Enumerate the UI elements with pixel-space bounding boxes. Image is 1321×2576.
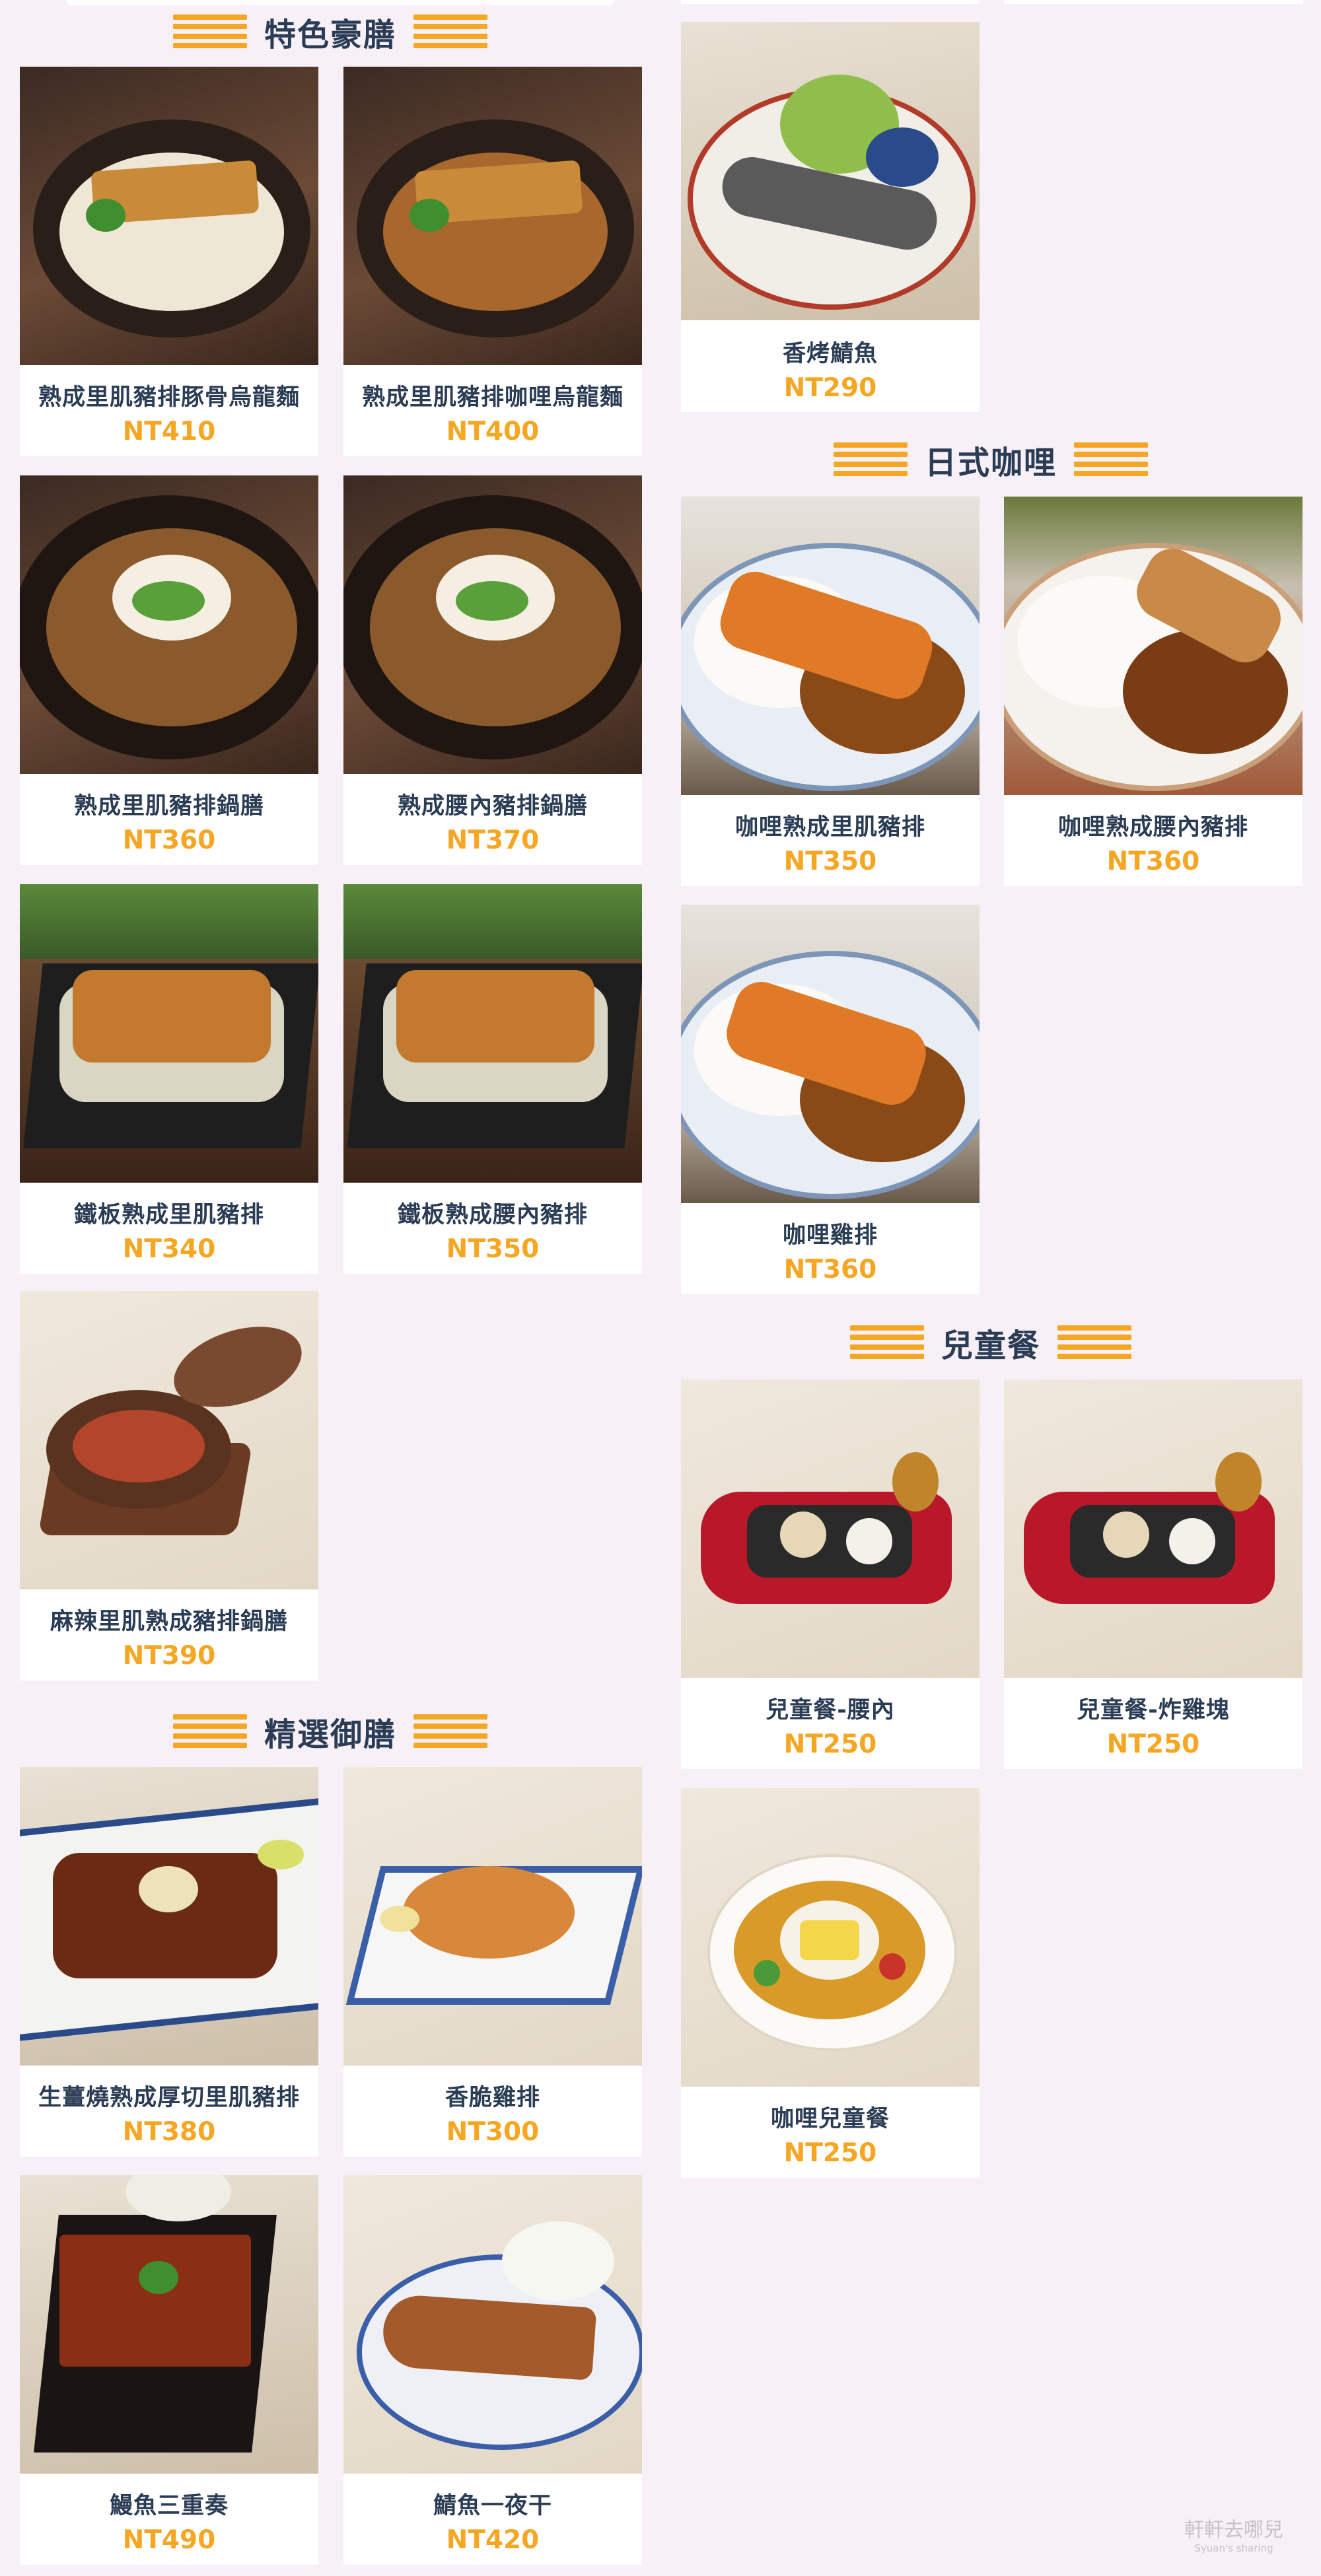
teppan-loin-photo — [20, 884, 318, 1183]
menu-card[interactable]: 鰻魚三重奏 NT490 — [20, 2175, 318, 2565]
item-price: NT380 — [122, 2117, 216, 2147]
menu-card[interactable]: 兒童餐-炸雞塊 NT250 — [1004, 1379, 1303, 1769]
item-name: 咖哩熟成腰內豬排 — [1057, 814, 1248, 841]
watermark-text: 軒軒去哪兒 — [1184, 2519, 1283, 2542]
item-price: NT410 — [122, 417, 216, 446]
item-name: 咖哩熟成里肌豬排 — [734, 814, 925, 841]
item-name: 鐵板熟成腰內豬排 — [397, 1202, 588, 1228]
menu-card[interactable]: 咖哩兒童餐 NT250 — [681, 1788, 980, 2178]
item-name: 咖哩雞排 — [782, 1222, 878, 1249]
menu-card[interactable]: 鐵板熟成腰內豬排 NT350 — [343, 884, 642, 1274]
curry-loin-photo — [681, 497, 980, 795]
watermark: 軒軒去哪兒 Syuan's sharing — [1157, 2513, 1310, 2565]
kids-car-plate-photo — [681, 1379, 980, 1678]
curry-chicken-photo — [681, 905, 980, 1203]
item-price: NT250 — [783, 1729, 877, 1759]
menu-card[interactable]: 咖哩雞排 NT360 — [681, 905, 980, 1294]
curry-udon-photo — [343, 67, 642, 365]
top-card-edge — [1004, 0, 1303, 4]
section-title: 日式咖哩 — [924, 444, 1057, 481]
item-price: NT290 — [783, 373, 877, 403]
decor-bars-icon — [172, 14, 247, 49]
menu-card[interactable]: 鯖魚一夜干 NT420 — [343, 2175, 642, 2565]
item-name: 香脆雞排 — [445, 2085, 540, 2111]
menu-card[interactable]: 咖哩熟成腰內豬排 NT360 — [1004, 497, 1303, 886]
section-header-kids: 兒童餐 — [660, 1317, 1321, 1367]
item-price: NT350 — [783, 847, 877, 876]
section-title: 精選御膳 — [264, 1716, 396, 1753]
item-name: 熟成里肌豬排鍋膳 — [73, 793, 264, 819]
item-price: NT360 — [783, 1255, 877, 1284]
item-price: NT400 — [446, 417, 540, 446]
ginger-pork-photo — [20, 1767, 318, 2066]
crispy-chicken-photo — [343, 1767, 642, 2066]
section-title: 特色豪膳 — [264, 16, 396, 53]
item-price: NT340 — [122, 1234, 216, 1264]
menu-card[interactable]: 熟成里肌豬排咖哩烏龍麵 NT400 — [343, 67, 642, 456]
kids-car-plate-photo — [1004, 1379, 1303, 1678]
decor-bars-icon — [849, 1325, 924, 1360]
decor-bars-icon — [413, 1714, 487, 1749]
decor-bars-icon — [1074, 442, 1148, 477]
item-name: 鰻魚三重奏 — [109, 2493, 229, 2519]
menu-card[interactable]: 熟成腰內豬排鍋膳 NT370 — [343, 475, 642, 865]
item-name: 咖哩兒童餐 — [770, 2106, 890, 2132]
menu-card[interactable]: 生薑燒熟成厚切里肌豬排 NT380 — [20, 1767, 318, 2157]
grilled-mackerel-photo — [681, 22, 980, 320]
item-price: NT300 — [446, 2117, 540, 2147]
item-price: NT250 — [783, 2138, 877, 2168]
item-name: 鯖魚一夜干 — [433, 2493, 552, 2519]
pork-hotpot-photo — [20, 475, 318, 774]
item-price: NT390 — [122, 1641, 216, 1671]
item-price: NT250 — [1106, 1729, 1200, 1759]
section-header-special: 特色豪膳 — [0, 7, 660, 56]
decor-bars-icon — [413, 14, 487, 49]
top-card-edge — [66, 0, 614, 5]
menu-card[interactable]: 熟成里肌豬排鍋膳 NT360 — [20, 475, 318, 865]
dried-fish-photo — [343, 2175, 642, 2474]
teppan-fillet-photo — [343, 884, 642, 1183]
item-name: 熟成里肌豬排咖哩烏龍麵 — [361, 384, 624, 411]
kids-curry-photo — [681, 1788, 980, 2087]
watermark-sub: Syuan's sharing — [1194, 2542, 1273, 2554]
menu-card[interactable]: 麻辣里肌熟成豬排鍋膳 NT390 — [20, 1291, 318, 1681]
menu-card[interactable]: 鐵板熟成里肌豬排 NT340 — [20, 884, 318, 1274]
item-name: 香烤鯖魚 — [782, 341, 878, 367]
decor-bars-icon — [833, 442, 908, 477]
item-name: 鐵板熟成里肌豬排 — [73, 1202, 264, 1228]
item-name: 兒童餐-腰內 — [766, 1697, 895, 1723]
curry-fillet-photo — [1004, 497, 1303, 795]
item-price: NT370 — [446, 825, 540, 855]
menu-card[interactable]: 熟成里肌豬排豚骨烏龍麵 NT410 — [20, 67, 318, 456]
section-header-selected: 精選御膳 — [0, 1706, 660, 1756]
menu-card[interactable]: 香脆雞排 NT300 — [343, 1767, 642, 2157]
item-name: 兒童餐-炸雞塊 — [1077, 1697, 1230, 1723]
item-price: NT420 — [446, 2525, 540, 2555]
top-card-edge — [681, 0, 980, 4]
section-header-curry: 日式咖哩 — [660, 435, 1321, 484]
eel-box-photo — [20, 2175, 318, 2474]
menu-card[interactable]: 兒童餐-腰內 NT250 — [681, 1379, 980, 1769]
item-name: 熟成里肌豬排豚骨烏龍麵 — [38, 384, 300, 411]
menu-card[interactable]: 香烤鯖魚 NT290 — [681, 22, 980, 412]
item-price: NT360 — [1106, 847, 1200, 876]
item-name: 生薑燒熟成厚切里肌豬排 — [38, 2085, 300, 2111]
item-price: NT350 — [446, 1234, 540, 1264]
decor-bars-icon — [172, 1714, 247, 1749]
section-title: 兒童餐 — [941, 1327, 1040, 1364]
item-price: NT490 — [122, 2525, 216, 2555]
menu-card[interactable]: 咖哩熟成里肌豬排 NT350 — [681, 497, 980, 886]
spicy-hotpot-photo — [20, 1291, 318, 1589]
item-name: 熟成腰內豬排鍋膳 — [397, 793, 588, 819]
tonkotsu-udon-photo — [20, 67, 318, 365]
item-price: NT360 — [122, 825, 216, 855]
decor-bars-icon — [1057, 1325, 1131, 1360]
item-name: 麻辣里肌熟成豬排鍋膳 — [50, 1609, 288, 1635]
fillet-hotpot-photo — [343, 475, 642, 774]
